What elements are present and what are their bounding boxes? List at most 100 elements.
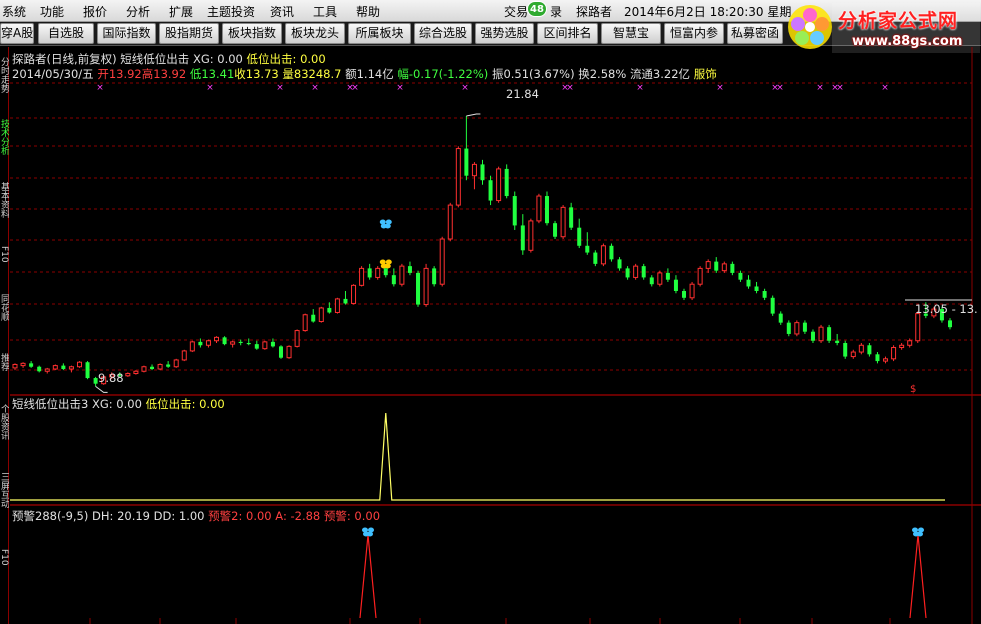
candle-body-56 xyxy=(464,148,469,176)
candle-body-68 xyxy=(560,206,566,238)
candle-body-3 xyxy=(37,366,42,372)
candle-body-73 xyxy=(600,245,606,265)
candle-body-75 xyxy=(617,259,622,269)
candle-body-2 xyxy=(29,363,34,367)
quote-sector[interactable]: 服饰 xyxy=(694,67,717,81)
candle-body-94 xyxy=(770,297,775,314)
quote-line: 2014/05/30/五 开13.92高13.92 低13.41收13.73 量… xyxy=(12,66,717,82)
candle-body-6 xyxy=(61,365,66,369)
candle-body-36 xyxy=(302,314,308,332)
candle-body-102 xyxy=(835,340,840,343)
candle-body-85 xyxy=(697,267,703,285)
candle-body-63 xyxy=(520,225,525,251)
candle-body-57 xyxy=(471,163,477,177)
candle-body-8 xyxy=(76,361,82,368)
quote-amplitude: 振0.51(3.67%) xyxy=(491,67,575,81)
candle-body-17 xyxy=(150,366,155,369)
candle-body-19 xyxy=(166,364,171,367)
low-price-label: 9.88 xyxy=(98,371,124,385)
quote-turnover: 换2.58% xyxy=(578,67,627,81)
candle-body-81 xyxy=(665,272,670,280)
marker-x-9: × xyxy=(566,83,574,93)
candle-body-70 xyxy=(577,227,582,246)
candle-body-43 xyxy=(359,267,365,286)
candle-body-91 xyxy=(746,279,751,287)
dollar-marker: $ xyxy=(910,384,916,395)
candle-body-83 xyxy=(682,291,687,298)
candle-body-28 xyxy=(238,341,243,343)
candle-body-90 xyxy=(738,272,743,280)
candle-body-67 xyxy=(553,223,558,237)
candle-body-55 xyxy=(455,148,461,206)
marker-x-2: × xyxy=(276,83,284,93)
marker-x-0: × xyxy=(96,83,104,93)
quote-open: 开13.92 xyxy=(97,67,142,81)
candle-body-40 xyxy=(334,298,340,313)
candle-body-16 xyxy=(141,366,147,372)
candle-body-18 xyxy=(157,363,163,370)
mid-panel-title: 短线低位出击3 XG: 0.00 低位出击: 0.00 xyxy=(12,396,225,412)
xg-value: XG: 0.00 xyxy=(192,52,243,66)
candle-body-106 xyxy=(867,345,872,355)
candle-body-41 xyxy=(343,298,348,304)
candle-body-44 xyxy=(367,268,372,278)
marker-x-14: × xyxy=(816,83,824,93)
butterfly-icon-bottom-1 xyxy=(362,527,374,537)
candle-body-42 xyxy=(351,284,357,304)
candle-body-66 xyxy=(544,196,549,224)
candle-body-14 xyxy=(125,373,131,377)
candle-body-27 xyxy=(230,341,236,345)
candle-body-89 xyxy=(730,263,735,273)
marker-x-3: × xyxy=(311,83,319,93)
marker-x-6: × xyxy=(396,83,404,93)
bottom-yj2-value: 预警2: 0.00 xyxy=(208,509,272,523)
candle-body-7 xyxy=(68,366,74,370)
candle-body-48 xyxy=(399,265,405,285)
marker-x-1: × xyxy=(206,83,214,93)
candle-body-110 xyxy=(899,344,905,349)
candle-body-5 xyxy=(52,365,58,370)
candle-body-46 xyxy=(383,268,388,276)
candle-body-96 xyxy=(786,322,791,334)
marker-x-10: × xyxy=(636,83,644,93)
candle-body-105 xyxy=(858,344,864,353)
main-panel-title: 探路者(日线,前复权) 短线低位出击 XG: 0.00 低位出击: 0.00 xyxy=(12,51,326,67)
candle-body-15 xyxy=(133,370,139,375)
candle-body-112 xyxy=(915,313,921,342)
candle-body-107 xyxy=(875,354,880,362)
candle-body-103 xyxy=(843,343,848,357)
formula-name: 短线低位出击 xyxy=(120,52,190,66)
bottom-panel-title: 预警288(-9,5) DH: 20.19 DD: 1.00 预警2: 0.00… xyxy=(12,508,380,524)
bottom-dh-value: DH: 20.19 xyxy=(92,509,150,523)
candle-body-53 xyxy=(439,238,445,285)
candle-body-9 xyxy=(85,362,90,379)
butterfly-icon-bottom-2 xyxy=(912,527,924,537)
candle-body-21 xyxy=(181,350,187,361)
quote-date: 2014/05/30/五 xyxy=(12,67,94,81)
candle-body-39 xyxy=(327,307,332,313)
candle-body-0 xyxy=(12,363,18,369)
marker-x-7: × xyxy=(461,83,469,93)
quote-amount: 额1.14亿 xyxy=(345,67,394,81)
quote-float: 流通3.22亿 xyxy=(629,67,691,81)
candle-body-79 xyxy=(649,277,654,285)
candle-body-51 xyxy=(423,267,429,306)
candle-body-33 xyxy=(278,346,283,358)
chart-canvas[interactable]: × × × × ×× × × ×× × × ×× × ×× ×$ xyxy=(0,0,981,624)
candle-body-60 xyxy=(496,168,502,202)
signal-value: 低位出击: 0.00 xyxy=(246,52,326,66)
quote-low: 低13.41 xyxy=(189,67,235,81)
bottom-a-value: A: -2.88 xyxy=(275,509,321,523)
candle-body-99 xyxy=(810,331,815,341)
bottom-formula-name: 预警288(-9,5) xyxy=(12,509,89,523)
candle-body-98 xyxy=(802,322,807,332)
candle-body-78 xyxy=(641,266,646,278)
candle-body-49 xyxy=(407,266,412,273)
high-price-label: 21.84 xyxy=(506,87,539,101)
candle-body-47 xyxy=(391,275,396,285)
candle-body-22 xyxy=(189,341,195,352)
candle-body-59 xyxy=(488,180,493,201)
mid-signal-value: 低位出击: 0.00 xyxy=(145,397,225,411)
quote-close: 收13.73 xyxy=(234,67,279,81)
candle-body-69 xyxy=(569,207,574,228)
